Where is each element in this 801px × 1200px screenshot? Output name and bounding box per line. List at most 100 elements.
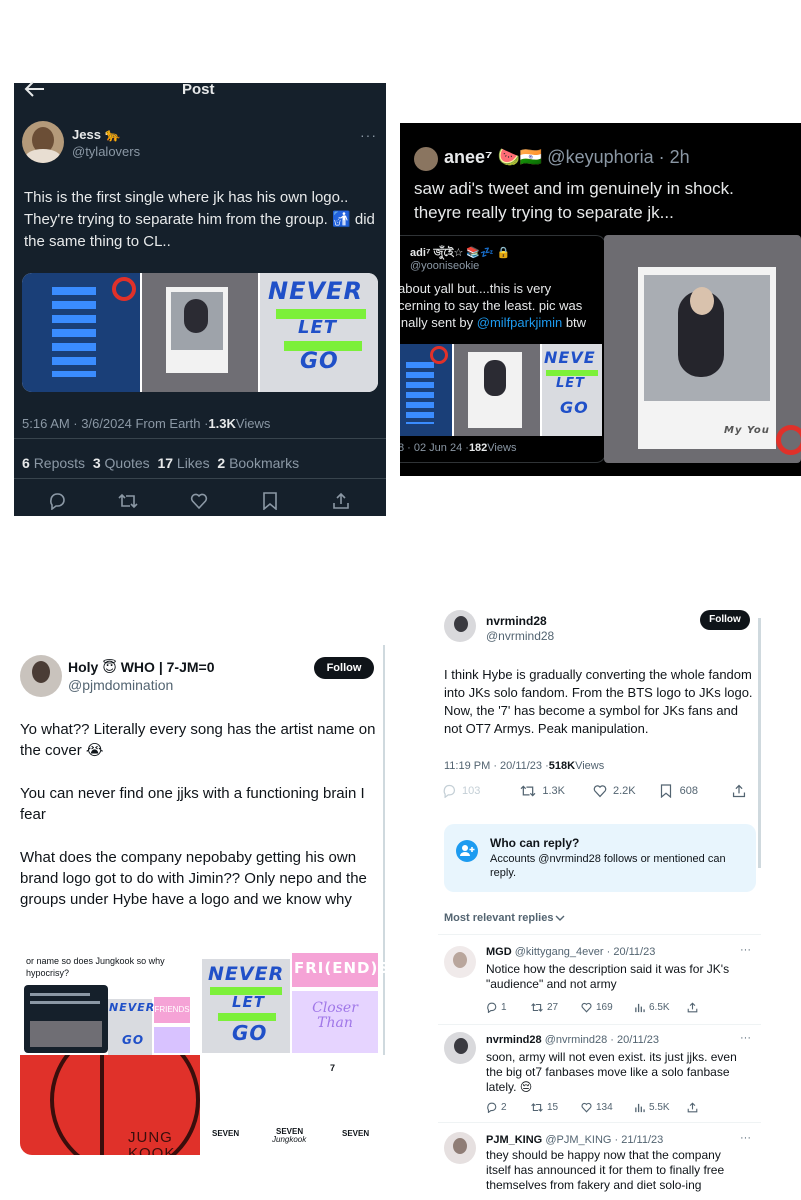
- bookmarks-label[interactable]: Bookmarks: [229, 455, 299, 471]
- reply-icon[interactable]: [48, 492, 66, 510]
- stat-replies: 103: [462, 785, 481, 797]
- tweet-text: This is the first single where jk has hi…: [24, 189, 375, 250]
- collage-never-small-text: NEVER: [109, 1001, 156, 1014]
- reply-icon[interactable]: [486, 1002, 497, 1013]
- more-icon[interactable]: ···: [740, 1132, 751, 1144]
- bookmark-icon[interactable]: [262, 492, 278, 510]
- follow-button[interactable]: Follow: [314, 657, 374, 679]
- share-icon[interactable]: [732, 784, 746, 798]
- avatar[interactable]: [444, 1032, 476, 1064]
- repost-icon[interactable]: [531, 1002, 543, 1013]
- reply-item[interactable]: MGD @kittygang_4ever · 20/11/23 ··· Noti…: [438, 940, 761, 1022]
- share-icon[interactable]: [687, 1002, 698, 1013]
- reply-likes: 169: [596, 1002, 613, 1013]
- likes-label[interactable]: Likes: [177, 455, 210, 471]
- views-label: Views: [575, 760, 605, 772]
- reply-author-name[interactable]: MGD: [486, 946, 512, 958]
- more-icon[interactable]: ···: [360, 127, 377, 143]
- author-handle[interactable]: @tylalovers: [72, 144, 140, 159]
- quotes-count[interactable]: 3: [93, 455, 101, 471]
- collage-jk-sign: Jungkook: [272, 1135, 307, 1144]
- quoted-author-handle: @yooniseokie: [410, 260, 480, 272]
- more-icon[interactable]: ···: [740, 1032, 751, 1044]
- avatar[interactable]: [444, 610, 476, 642]
- reply-icon[interactable]: [442, 784, 456, 798]
- collage-friends-small: FRIENDS: [154, 997, 190, 1023]
- media-let: LET: [298, 317, 338, 338]
- avatar[interactable]: [444, 946, 476, 978]
- reply-author-name[interactable]: PJM_KING: [486, 1134, 542, 1146]
- repost-icon[interactable]: [118, 492, 138, 510]
- share-icon[interactable]: [332, 492, 350, 510]
- share-icon[interactable]: [687, 1102, 698, 1113]
- avatar[interactable]: [20, 655, 62, 697]
- panel-tweet-holy: Holy 😇 WHO | 7-JM=0 @pjmdomination Follo…: [12, 645, 389, 1155]
- reply-item[interactable]: nvrmind28 @nvrmind28 · 20/11/23 ··· soon…: [438, 1028, 761, 1120]
- tweet-media[interactable]: NEVER LET GO: [22, 273, 378, 392]
- like-icon[interactable]: [190, 492, 208, 510]
- author-handle[interactable]: @nvrmind28: [486, 629, 554, 643]
- author-name[interactable]: nvrmind28: [486, 614, 547, 628]
- like-icon[interactable]: [581, 1102, 592, 1113]
- reply-views: 6.5K: [649, 1002, 670, 1013]
- avatar[interactable]: [414, 147, 438, 171]
- likes-count[interactable]: 17: [157, 455, 173, 471]
- quoted-media: NEVE LET GO: [400, 344, 602, 436]
- reply-actions: 1 27 169 6.5K: [486, 1002, 698, 1013]
- reply-replies: 2: [501, 1102, 507, 1113]
- quoted-line-1: about yall but....this is very: [400, 281, 552, 296]
- media-logo-panel: [22, 273, 140, 392]
- collage-kook-text: KOOK: [128, 1145, 176, 1155]
- post-header-title: Post: [182, 81, 215, 98]
- quoted-media-never: NEVE: [544, 348, 596, 367]
- sort-replies[interactable]: Most relevant replies: [444, 912, 565, 924]
- reply-description: Accounts @nvrmind28 follows or mentioned…: [490, 853, 726, 879]
- tweet-paragraph-3: What does the company nepobaby getting h…: [20, 849, 367, 908]
- author-handle[interactable]: @keyuphoria · 2h: [547, 147, 689, 168]
- large-polaroid-image[interactable]: My You: [604, 235, 801, 463]
- reply-icon[interactable]: [486, 1102, 497, 1113]
- stat-likes: 2.2K: [613, 785, 636, 797]
- reposts-count[interactable]: 6: [22, 455, 30, 471]
- bookmarks-count[interactable]: 2: [217, 455, 225, 471]
- repost-icon[interactable]: [531, 1102, 543, 1113]
- quoted-time: 8 · 02 Jun 24 ·: [400, 442, 469, 454]
- author-handle[interactable]: @pjmdomination: [68, 677, 173, 693]
- bookmark-icon[interactable]: [660, 784, 672, 798]
- panel-tweet-nvrmind: nvrmind28 @nvrmind28 Follow I think Hybe…: [438, 604, 761, 1200]
- author-name[interactable]: Jess 🐆: [72, 127, 121, 143]
- views-icon[interactable]: [634, 1102, 645, 1113]
- reply-text: Notice how the description said it was f…: [486, 962, 730, 991]
- quoted-mention[interactable]: @milfparkjimin: [477, 315, 562, 330]
- author-name[interactable]: anee⁷ 🍉🇮🇳: [444, 147, 542, 168]
- author-name[interactable]: Holy 😇 WHO | 7-JM=0: [68, 659, 214, 676]
- chevron-down-icon: [555, 914, 565, 922]
- reply-actions: 2 15 134 5.5K: [486, 1102, 698, 1113]
- collage-seven-num: 7: [330, 1063, 336, 1073]
- quoted-tweet[interactable]: adi⁷ জুঁইে☆ 📚💤 🔒 @yooniseokie about yall…: [400, 235, 606, 463]
- avatar[interactable]: [444, 1132, 476, 1164]
- reply-item[interactable]: PJM_KING @PJM_KING · 21/11/23 ··· they s…: [438, 1128, 761, 1200]
- quotes-label[interactable]: Quotes: [105, 455, 150, 471]
- follow-button[interactable]: Follow: [700, 610, 750, 630]
- stats-row: 103 1.3K 2.2K 608: [442, 784, 754, 798]
- media-polaroid-panel: [142, 273, 258, 392]
- repost-icon[interactable]: [520, 784, 536, 798]
- stat-bookmarks: 608: [679, 785, 698, 797]
- tweet-text: I think Hybe is gradually converting the…: [444, 667, 753, 736]
- views-count: 1.3K: [208, 416, 236, 431]
- reply-text: they should be happy now that the compan…: [486, 1148, 725, 1192]
- tweet-text: saw adi's tweet and im genuinely in shoc…: [414, 179, 734, 222]
- avatar[interactable]: [22, 121, 64, 163]
- reply-author-name[interactable]: nvrmind28: [486, 1034, 542, 1046]
- reposts-label[interactable]: Reposts: [34, 455, 85, 471]
- back-arrow-icon[interactable]: [24, 81, 46, 97]
- quoted-media-let: LET: [556, 376, 586, 391]
- like-icon[interactable]: [593, 784, 607, 798]
- like-icon[interactable]: [581, 1002, 592, 1013]
- more-icon[interactable]: ···: [740, 944, 751, 956]
- timestamp: 11:19 PM · 20/11/23 · 518K Views: [444, 760, 604, 772]
- collage-caption: or name so does Jungkook so why hypocris…: [26, 956, 165, 978]
- polaroid-caption: My You: [724, 425, 770, 436]
- views-icon[interactable]: [634, 1002, 645, 1013]
